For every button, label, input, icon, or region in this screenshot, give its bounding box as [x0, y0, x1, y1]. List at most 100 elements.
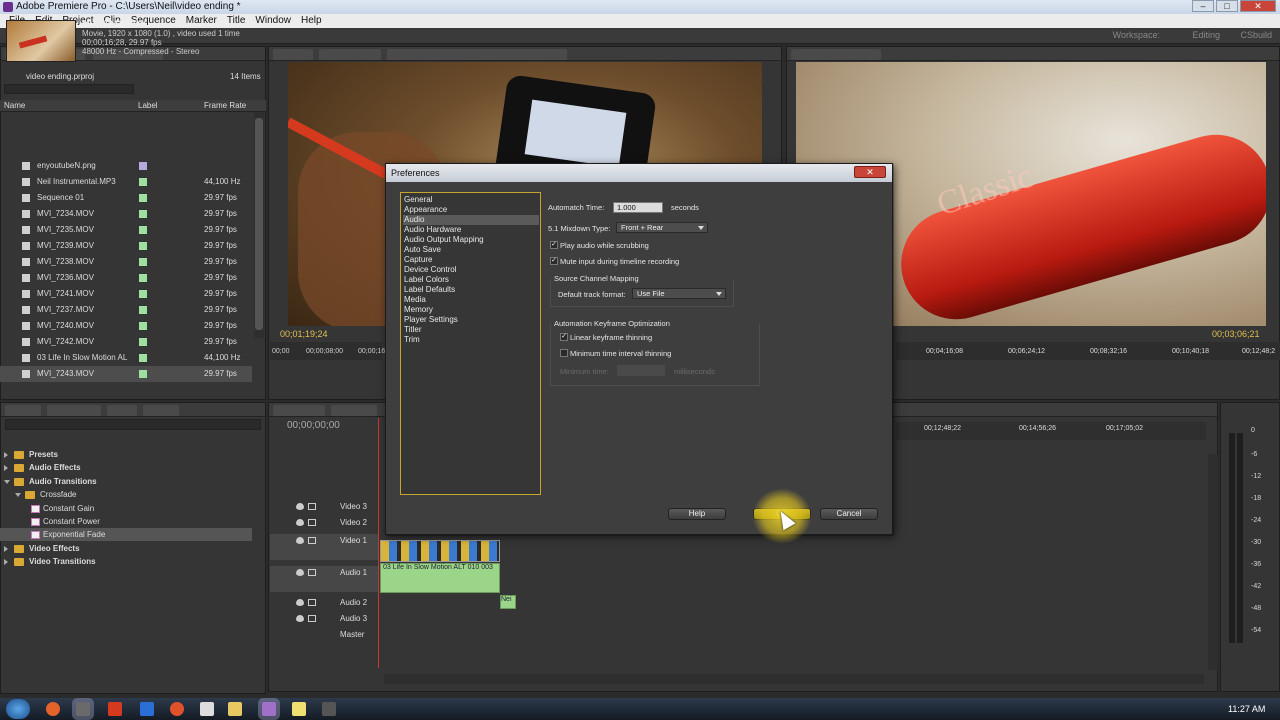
maximize-button[interactable]: □: [1216, 0, 1238, 12]
track-video-1[interactable]: Video 1: [270, 534, 378, 560]
expand-triangle-icon[interactable]: [4, 479, 10, 484]
film-icon[interactable]: [308, 569, 316, 576]
project-scroll-thumb[interactable]: [255, 118, 263, 330]
expand-triangle-icon[interactable]: [4, 545, 8, 552]
project-item-row[interactable]: 03 Life In Slow Motion AL 44,100 Hz: [0, 350, 252, 366]
effects-tree-item[interactable]: Audio Effects: [0, 461, 252, 474]
label-color-swatch[interactable]: [139, 338, 147, 346]
tab-sequence-01[interactable]: [273, 405, 325, 416]
effects-tree-item[interactable]: Constant Gain: [0, 502, 252, 515]
column-label[interactable]: Label: [138, 100, 158, 112]
category-item[interactable]: Capture: [403, 255, 539, 265]
source-time-ruler[interactable]: 00;00 00;00;08;00 00;00;16: [270, 342, 385, 360]
label-color-swatch[interactable]: [139, 354, 147, 362]
label-color-swatch[interactable]: [139, 290, 147, 298]
tab-effect-controls[interactable]: [47, 405, 101, 416]
category-item[interactable]: Trim: [403, 335, 539, 345]
eye-icon[interactable]: [296, 503, 304, 510]
project-item-row[interactable]: MVI_7240.MOV 29.97 fps: [0, 318, 252, 334]
label-color-swatch[interactable]: [139, 306, 147, 314]
project-item-row[interactable]: Sequence 01 29.97 fps: [0, 190, 252, 206]
effects-tree-item[interactable]: Constant Power: [0, 515, 252, 528]
project-item-row[interactable]: MVI_7239.MOV 29.97 fps: [0, 238, 252, 254]
label-color-swatch[interactable]: [139, 194, 147, 202]
column-frame-rate[interactable]: Frame Rate: [204, 100, 246, 112]
track-audio-2[interactable]: Audio 2: [270, 598, 378, 612]
category-item[interactable]: Player Settings: [403, 315, 539, 325]
column-name[interactable]: Name: [4, 100, 25, 112]
tab-effect-controls-2[interactable]: [319, 49, 381, 60]
project-item-row[interactable]: MVI_7242.MOV 29.97 fps: [0, 334, 252, 350]
category-item[interactable]: Appearance: [403, 205, 539, 215]
project-scrollbar[interactable]: [254, 112, 264, 338]
project-item-row[interactable]: MVI_7243.MOV 29.97 fps: [0, 366, 252, 382]
app-icon[interactable]: [140, 702, 154, 716]
category-item[interactable]: Titler: [403, 325, 539, 335]
expand-triangle-icon[interactable]: [15, 493, 21, 498]
effects-tree-item[interactable]: Exponential Fade: [0, 528, 252, 542]
folder-icon[interactable]: [228, 702, 242, 716]
help-search[interactable]: CSbuild: [1240, 30, 1272, 40]
label-color-swatch[interactable]: [139, 226, 147, 234]
category-item[interactable]: Label Colors: [403, 275, 539, 285]
tab-effects[interactable]: [5, 405, 41, 416]
project-item-row[interactable]: MVI_7234.MOV 29.97 fps: [0, 206, 252, 222]
app-icon[interactable]: [322, 702, 336, 716]
label-color-swatch[interactable]: [139, 242, 147, 250]
automatch-field[interactable]: 1.000: [613, 202, 663, 213]
expand-triangle-icon[interactable]: [4, 452, 8, 458]
label-color-swatch[interactable]: [139, 370, 147, 378]
taskbar-clock[interactable]: 11:27 AM: [1228, 704, 1265, 714]
tab-program-sequence[interactable]: [791, 49, 881, 60]
cancel-button[interactable]: Cancel: [820, 508, 878, 520]
mixdown-dropdown[interactable]: Front + Rear: [616, 222, 708, 233]
notes-icon[interactable]: [292, 702, 306, 716]
category-item[interactable]: Device Control: [403, 265, 539, 275]
track-video-2[interactable]: Video 2: [270, 518, 378, 532]
project-item-row[interactable]: MVI_7241.MOV 29.97 fps: [0, 286, 252, 302]
label-color-swatch[interactable]: [139, 162, 147, 170]
min-interval-checkbox[interactable]: [560, 349, 568, 357]
project-item-row[interactable]: MVI_7238.MOV 29.97 fps: [0, 254, 252, 270]
app-icon[interactable]: [200, 702, 214, 716]
tab-info[interactable]: [107, 405, 137, 416]
workspace-select[interactable]: Editing: [1192, 30, 1220, 40]
timeline-timecode[interactable]: 00;00;00;00: [287, 420, 340, 431]
timeline-horizontal-scrollbar[interactable]: [384, 674, 1204, 684]
expand-triangle-icon[interactable]: [4, 465, 8, 472]
category-item[interactable]: Memory: [403, 305, 539, 315]
speaker-icon[interactable]: [296, 615, 304, 622]
effects-tree-item[interactable]: Video Effects: [0, 542, 252, 555]
speaker-icon[interactable]: [296, 569, 304, 576]
film-icon[interactable]: [308, 519, 316, 526]
label-color-swatch[interactable]: [139, 258, 147, 266]
tab-source[interactable]: [273, 49, 313, 60]
eye-icon[interactable]: [296, 537, 304, 544]
app-icon[interactable]: [76, 702, 90, 716]
minimize-button[interactable]: –: [1192, 0, 1214, 12]
expand-triangle-icon[interactable]: [4, 559, 8, 566]
firefox-icon[interactable]: [46, 702, 60, 716]
project-item-row[interactable]: enyoutubeN.png: [0, 158, 252, 174]
project-item-row[interactable]: MVI_7235.MOV 29.97 fps: [0, 222, 252, 238]
program-time-ruler[interactable]: 00;04;16;08 00;06;24;12 00;08;32;16 00;1…: [896, 342, 1280, 360]
film-icon[interactable]: [308, 503, 316, 510]
audio-clip-2[interactable]: Nei: [500, 595, 516, 609]
start-button[interactable]: [6, 699, 30, 719]
category-item[interactable]: Audio: [403, 215, 539, 225]
linear-thinning-checkbox[interactable]: ✓: [560, 333, 568, 341]
track-audio-3[interactable]: Audio 3: [270, 614, 378, 628]
premiere-icon[interactable]: [262, 702, 276, 716]
play-audio-checkbox[interactable]: ✓: [550, 241, 558, 249]
source-timecode[interactable]: 00;01;19;24: [280, 329, 328, 339]
effects-search-input[interactable]: [5, 419, 261, 430]
track-audio-1[interactable]: Audio 1: [270, 566, 378, 592]
effects-tree-item[interactable]: Video Transitions: [0, 555, 252, 568]
tab-history[interactable]: [143, 405, 179, 416]
track-master[interactable]: Master: [270, 630, 378, 644]
film-icon[interactable]: [308, 537, 316, 544]
timeline-ruler[interactable]: 00;12;48;22 00;14;56;26 00;17;05;02: [896, 422, 1206, 440]
eye-icon[interactable]: [296, 519, 304, 526]
project-item-row[interactable]: MVI_7237.MOV 29.97 fps: [0, 302, 252, 318]
film-icon[interactable]: [308, 599, 316, 606]
